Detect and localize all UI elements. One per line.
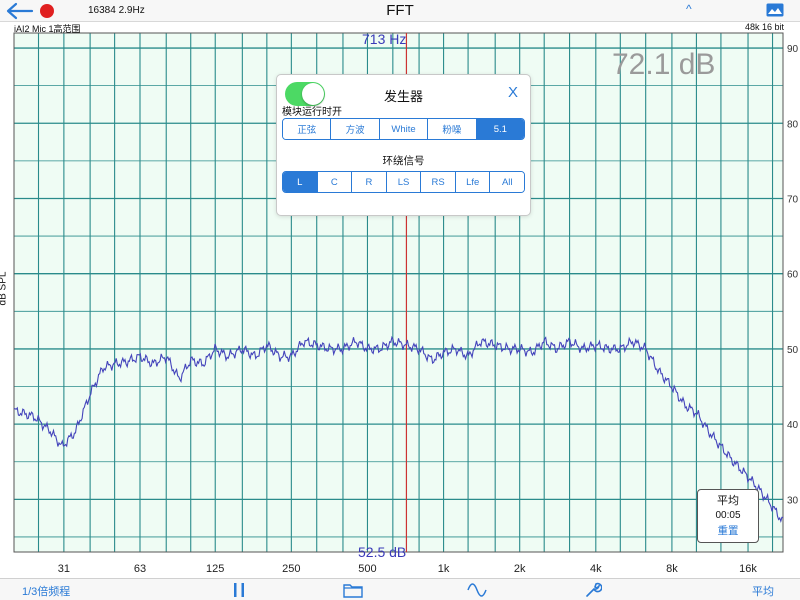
channel-option[interactable]: LS — [386, 172, 422, 192]
channel-option[interactable]: C — [317, 172, 353, 192]
toggle-label: 模块运行时开 — [282, 107, 342, 118]
x-tick-label: 8k — [666, 563, 678, 575]
top-bar: 16384 2.9Hz FFT ^ — [0, 0, 800, 22]
input-device-label[interactable]: iAI2 Mic 1高范围 — [14, 22, 81, 35]
caret-up-icon[interactable]: ^ — [686, 2, 692, 16]
y-tick-label: 50 — [787, 345, 799, 356]
signal-type-selector: 正弦 方波 White 粉噪 5.1 — [282, 118, 525, 140]
sample-format-label: 48k 16 bit — [744, 22, 784, 32]
average-title: 平均 — [717, 495, 739, 507]
average-button[interactable]: 平均 — [752, 583, 774, 599]
generator-panel: 发生器 X 模块运行时开 正弦 方波 White 粉噪 5.1 环绕信号 L C… — [276, 74, 531, 216]
reset-button[interactable]: 重置 — [698, 523, 758, 538]
wrench-icon[interactable] — [584, 581, 602, 599]
signal-option[interactable]: White — [379, 119, 429, 139]
waveform-icon[interactable] — [466, 582, 488, 598]
y-tick-label: 60 — [787, 270, 799, 281]
x-tick-label: 16k — [739, 563, 757, 575]
x-tick-label: 4k — [590, 563, 602, 575]
signal-option[interactable]: 方波 — [331, 119, 380, 139]
pause-icon[interactable] — [233, 583, 245, 597]
y-tick-label: 70 — [787, 194, 799, 205]
close-button[interactable]: X — [508, 84, 518, 101]
signal-option[interactable]: 粉噪 — [428, 119, 477, 139]
surround-label: 环绕信号 — [382, 155, 425, 167]
overall-level-readout: 72.1 dB — [612, 48, 716, 81]
channel-option[interactable]: RS — [421, 172, 456, 192]
channel-option[interactable]: L — [283, 172, 318, 192]
cursor-level-readout: 52.5 dB — [358, 544, 407, 560]
x-tick-label: 500 — [358, 563, 376, 575]
x-tick-label: 1k — [438, 563, 450, 575]
cursor-frequency-readout: 713 Hz — [362, 31, 407, 47]
y-tick-label: 90 — [787, 44, 799, 55]
record-dot-icon[interactable] — [40, 4, 54, 18]
folder-icon[interactable] — [343, 582, 363, 598]
x-tick-label: 2k — [514, 563, 526, 575]
x-tick-label: 125 — [206, 563, 224, 575]
average-time: 00:05 — [715, 510, 741, 521]
x-tick-label: 31 — [58, 563, 70, 575]
signal-option[interactable]: 5.1 — [476, 119, 524, 139]
x-tick-label: 63 — [134, 563, 146, 575]
x-tick-label: 250 — [282, 563, 300, 575]
channel-option[interactable]: Lfe — [455, 172, 491, 192]
channel-option[interactable]: R — [352, 172, 387, 192]
image-icon[interactable] — [766, 3, 784, 17]
y-axis-label: dB SPL — [0, 271, 9, 306]
channel-option[interactable]: All — [490, 172, 524, 192]
y-tick-label: 30 — [787, 495, 799, 506]
average-box: 平均 00:05 重置 — [697, 489, 759, 543]
y-tick-label: 80 — [787, 119, 799, 130]
back-arrow-icon[interactable] — [4, 1, 34, 21]
y-tick-label: 40 — [787, 420, 799, 431]
channel-selector: L C R LS RS Lfe All — [282, 171, 525, 193]
octave-button[interactable]: 1/3倍频程 — [22, 583, 70, 599]
bottom-toolbar: 1/3倍频程 平均 — [0, 578, 800, 600]
fft-size-label[interactable]: 16384 2.9Hz — [88, 5, 145, 16]
signal-option[interactable]: 正弦 — [283, 119, 332, 139]
